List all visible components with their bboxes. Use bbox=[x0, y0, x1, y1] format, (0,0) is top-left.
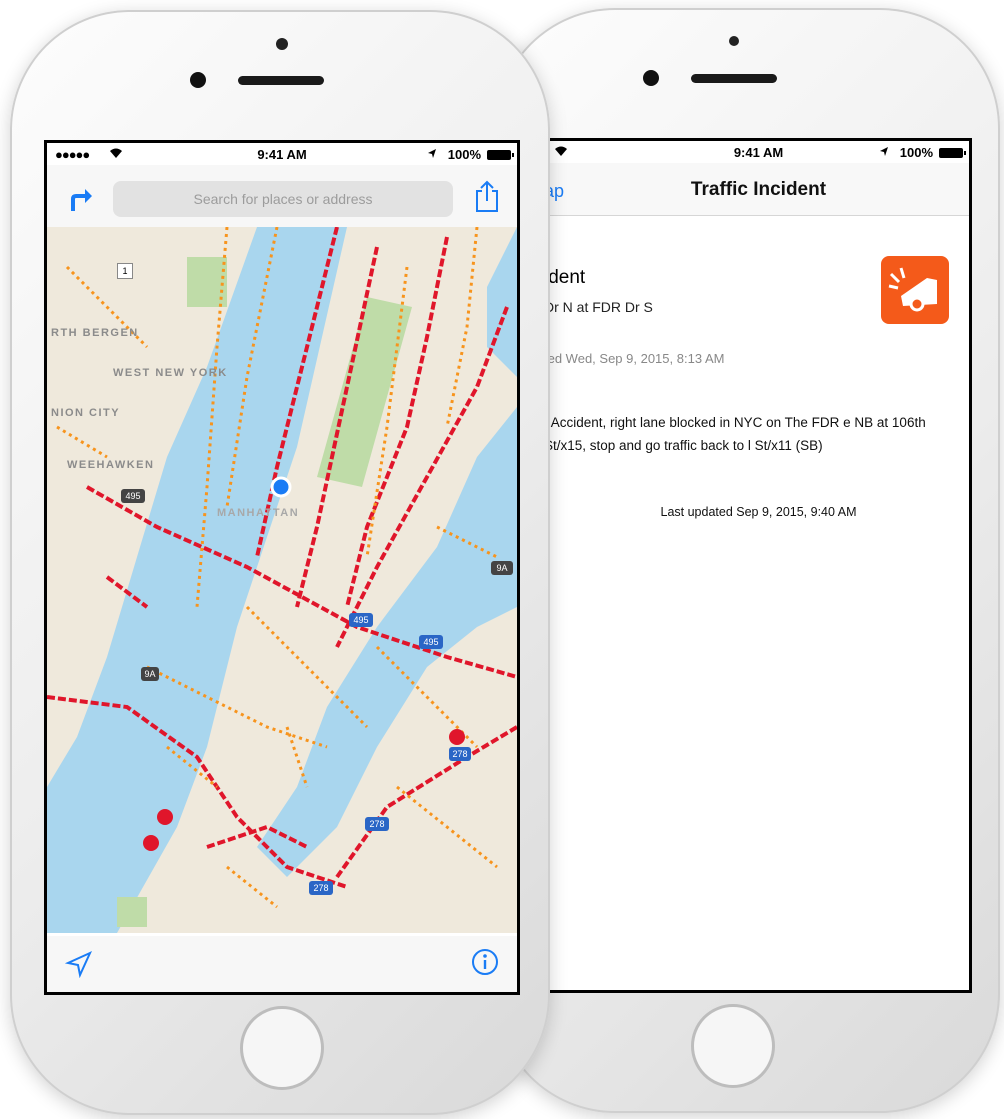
map-label: MANHATTAN bbox=[217, 507, 300, 519]
directions-icon[interactable] bbox=[65, 185, 93, 213]
interstate-shield: 278 bbox=[449, 747, 471, 761]
battery-icon bbox=[487, 150, 514, 160]
battery-percent: 100% bbox=[899, 145, 933, 160]
right-screen: 9:41 AM 100% ap Traffic Incident ident D… bbox=[545, 138, 972, 993]
harlem-river bbox=[487, 227, 517, 377]
left-screen: ●●●●● 9:41 AM 100% Search for places or … bbox=[44, 140, 520, 995]
home-button[interactable] bbox=[240, 1006, 324, 1090]
route-shield: 9A bbox=[491, 561, 513, 575]
maps-bottom-bar bbox=[47, 936, 517, 992]
incident-description: : Accident, right lane blocked in NYC on… bbox=[548, 415, 926, 453]
road-closure-icon[interactable] bbox=[157, 809, 173, 825]
interstate-shield: 278 bbox=[309, 881, 333, 895]
nav-bar: ap Traffic Incident bbox=[548, 163, 969, 216]
incident-reported-time: ted Wed, Sep 9, 2015, 8:13 AM bbox=[548, 351, 725, 366]
incident-road: Dr N at FDR Dr S bbox=[548, 299, 653, 315]
battery-icon bbox=[939, 148, 966, 158]
front-camera-dot bbox=[276, 38, 288, 50]
route-shield: 1 bbox=[117, 263, 133, 279]
search-input[interactable]: Search for places or address bbox=[113, 181, 453, 217]
map-label: NION CITY bbox=[51, 407, 121, 419]
home-button[interactable] bbox=[691, 1004, 775, 1088]
route-shield: 9A bbox=[141, 667, 159, 681]
interstate-shield: 495 bbox=[419, 635, 443, 649]
front-camera bbox=[190, 72, 206, 88]
front-camera bbox=[643, 70, 659, 86]
status-bar: 9:41 AM 100% bbox=[548, 141, 969, 163]
maps-top-bar: Search for places or address bbox=[47, 165, 517, 227]
current-location-dot bbox=[270, 476, 292, 498]
earpiece-speaker bbox=[691, 74, 777, 83]
map-label: RTH BERGEN bbox=[51, 327, 139, 339]
car-crash-icon bbox=[881, 256, 949, 324]
left-iphone: ●●●●● 9:41 AM 100% Search for places or … bbox=[10, 10, 550, 1115]
interstate-shield: 495 bbox=[349, 613, 373, 627]
incident-title: ident bbox=[548, 267, 586, 288]
interstate-shield: 278 bbox=[365, 817, 389, 831]
info-icon[interactable] bbox=[471, 948, 499, 976]
incident-last-updated: Last updated Sep 9, 2015, 9:40 AM bbox=[660, 505, 857, 519]
status-time: 9:41 AM bbox=[257, 147, 307, 162]
road-closure-icon[interactable] bbox=[143, 835, 159, 851]
nav-title: Traffic Incident bbox=[690, 179, 827, 200]
map-label: WEEHAWKEN bbox=[67, 459, 155, 471]
earpiece-speaker bbox=[238, 76, 324, 85]
location-arrow-icon[interactable] bbox=[64, 950, 93, 979]
share-icon[interactable] bbox=[473, 179, 501, 213]
front-camera-dot bbox=[729, 36, 739, 46]
road-closure-icon[interactable] bbox=[449, 729, 465, 745]
park-brooklyn bbox=[117, 897, 147, 927]
status-bar: ●●●●● 9:41 AM 100% bbox=[47, 143, 517, 165]
route-shield: 495 bbox=[121, 489, 145, 503]
traffic-map[interactable]: RTH BERGEN WEST NEW YORK NION CITY WEEHA… bbox=[47, 227, 517, 933]
right-iphone: 9:41 AM 100% ap Traffic Incident ident D… bbox=[495, 8, 1000, 1113]
battery-percent: 100% bbox=[447, 147, 481, 162]
location-arrow-icon bbox=[427, 147, 437, 162]
map-label: WEST NEW YORK bbox=[113, 367, 228, 379]
location-arrow-icon bbox=[879, 145, 889, 160]
